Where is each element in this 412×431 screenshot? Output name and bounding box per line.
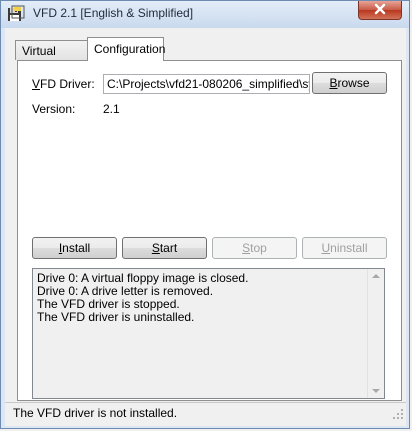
driver-label: VFD Driver: — [32, 77, 95, 91]
stop-button[interactable]: Stop — [212, 237, 297, 259]
close-button[interactable] — [358, 1, 402, 20]
client-area: Virtual Drive Configuration VFD Driver: … — [5, 28, 406, 426]
resize-grip-icon[interactable] — [392, 408, 404, 420]
configuration-panel: VFD Driver: C:\Projects\vfd21-080206_sim… — [17, 60, 402, 401]
close-icon — [373, 3, 387, 18]
tab-configuration-label: Configuration — [94, 42, 166, 56]
tab-configuration[interactable]: Configuration — [87, 37, 166, 61]
install-button[interactable]: Install — [32, 237, 117, 259]
status-text: The VFD driver is not installed. — [13, 406, 178, 420]
log-output[interactable]: Drive 0: A virtual floppy image is close… — [32, 268, 385, 399]
scroll-down-arrow-icon[interactable] — [372, 389, 380, 393]
title-bar[interactable]: VFD 2.1 [English & Simplified] — [1, 1, 409, 28]
browse-button[interactable]: Browse — [312, 72, 387, 94]
floppy-disk-icon[interactable] — [7, 5, 25, 23]
log-scrollbar[interactable] — [367, 269, 384, 398]
driver-path-field[interactable]: C:\Projects\vfd21-080206_simplified\sys\ — [103, 74, 310, 94]
app-window: VFD 2.1 [English & Simplified] Virtual D… — [0, 0, 410, 429]
tab-virtual-drive[interactable]: Virtual Drive — [15, 40, 88, 72]
uninstall-button[interactable]: Uninstall — [302, 237, 387, 259]
version-value: 2.1 — [103, 102, 120, 116]
window-title: VFD 2.1 [English & Simplified] — [33, 6, 194, 20]
status-bar: The VFD driver is not installed. — [5, 402, 406, 422]
scroll-up-arrow-icon[interactable] — [372, 274, 380, 278]
log-lines: Drive 0: A virtual floppy image is close… — [37, 272, 248, 324]
start-button[interactable]: Start — [122, 237, 207, 259]
version-label: Version: — [32, 102, 76, 116]
log-line: The VFD driver is uninstalled. — [37, 310, 195, 324]
